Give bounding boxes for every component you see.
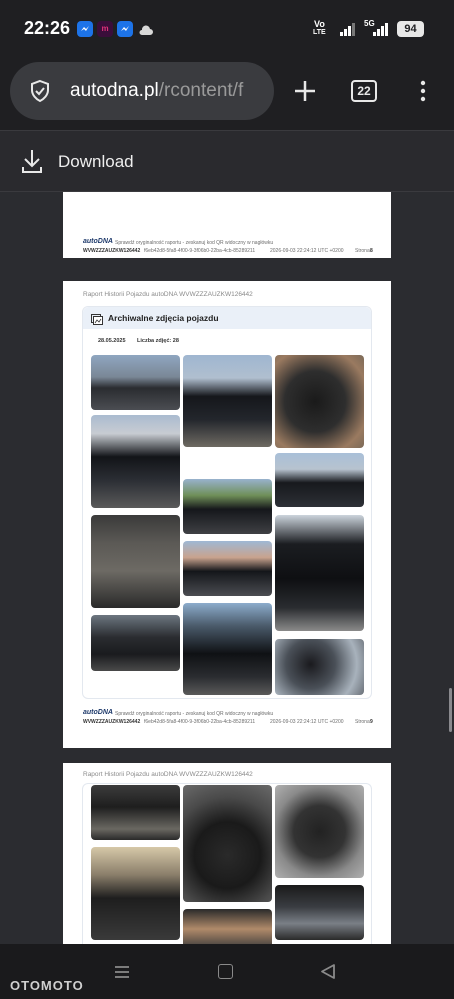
footer-page-prefix: Strona <box>355 248 370 254</box>
interior-photo-5[interactable] <box>275 885 364 940</box>
car-photo-4[interactable] <box>91 415 180 508</box>
car-photo-5[interactable] <box>275 453 364 507</box>
interior-photo-3[interactable] <box>275 785 364 878</box>
watermark: OTOMOTO <box>10 978 84 993</box>
footer-generated: 2026-09-03 22:24:12 UTC +0200 <box>270 248 344 254</box>
interior-photo-6[interactable] <box>183 909 272 944</box>
signal-icon-2 <box>372 21 388 42</box>
car-photo-2[interactable] <box>183 355 272 447</box>
status-time: 22:26 <box>24 18 71 38</box>
tab-switcher-icon[interactable]: 22 <box>351 80 377 102</box>
footer-page-prefix-9: Strona <box>355 719 370 725</box>
url-domain: autodna.pl <box>70 80 159 101</box>
car-photo-10[interactable] <box>183 603 272 695</box>
messenger-icon-2 <box>117 21 133 37</box>
app-notification-icon: m <box>97 21 113 37</box>
footer-vin: WVWZZZAUZKW126442 <box>83 248 141 254</box>
footer-vin-9: WVWZZZAUZKW126442 <box>83 719 141 725</box>
car-photo-12[interactable] <box>275 639 364 695</box>
address-bar[interactable]: autodna.pl/rcontent/f <box>10 62 274 120</box>
car-photo-6[interactable] <box>183 479 272 534</box>
overflow-menu-icon[interactable] <box>418 79 428 108</box>
shield-check-icon[interactable] <box>28 79 52 108</box>
interior-photo-2[interactable] <box>183 785 272 902</box>
photos-section: Archiwalne zdjęcia pojazdu 28.05.2025 Li… <box>82 306 372 699</box>
car-photo-1[interactable] <box>91 355 180 410</box>
report-page-9: Raport Historii Pojazdu autoDNA WVWZZZAU… <box>63 281 391 748</box>
footer-brand: autoDNA <box>83 238 113 245</box>
footer-hash-9: f6eb42d8-5fa8-4f00-9-3f06b0-22ba-4cb-852… <box>144 719 256 725</box>
footer-generated-9: 2026-09-03 22:24:12 UTC +0200 <box>270 719 344 725</box>
car-photo-11[interactable] <box>91 615 180 671</box>
pdf-viewer[interactable]: autoDNA autoDNA Sprawdź oryginalność rap… <box>0 192 454 944</box>
interior-photo-1[interactable] <box>91 785 180 840</box>
footer-page-num: 8 <box>370 248 373 254</box>
plus-icon[interactable] <box>292 78 318 109</box>
section-title: Archiwalne zdjęcia pojazdu <box>108 313 219 323</box>
back-button-icon[interactable] <box>320 963 336 985</box>
download-label[interactable]: Download <box>58 152 134 172</box>
url-text[interactable]: autodna.pl/rcontent/f <box>70 80 270 102</box>
car-photo-8[interactable] <box>275 515 364 631</box>
report-page-10: Raport Historii Pojazdu autoDNA WVWZZZAU… <box>63 763 391 944</box>
signal-icon-1 <box>339 21 355 42</box>
recent-apps-icon[interactable] <box>113 964 131 985</box>
footer-brand-9: autoDNA <box>83 709 113 716</box>
messenger-icon <box>77 21 93 37</box>
footer-page-num-9: 9 <box>370 719 373 725</box>
photo-count: Liczba zdjęć: 28 <box>137 338 179 344</box>
interior-photo-4[interactable] <box>91 847 180 940</box>
footer-hash: f6eb42d8-5fa8-4f00-9-3f06b0-22ba-4cb-852… <box>144 248 256 254</box>
footer-note-9: Sprawdź oryginalność raportu - zeskanuj … <box>115 711 274 717</box>
home-button-icon[interactable] <box>218 964 233 979</box>
url-path: /rcontent/f <box>158 80 244 101</box>
tab-count: 22 <box>357 84 371 98</box>
car-photo-7[interactable] <box>91 515 180 608</box>
page-header-10: Raport Historii Pojazdu autoDNA WVWZZZAU… <box>83 771 253 778</box>
car-photo-9[interactable] <box>183 541 272 596</box>
download-bar[interactable]: Download <box>0 130 454 192</box>
system-nav-bar: OTOMOTO <box>0 944 454 999</box>
photo-date: 28.05.2025 <box>98 338 126 344</box>
viewer-scrollbar[interactable] <box>449 688 452 732</box>
section-header: Archiwalne zdjęcia pojazdu <box>83 307 371 329</box>
page-header: Raport Historii Pojazdu autoDNA WVWZZZAU… <box>83 291 253 298</box>
report-page-8: autoDNA <box>63 192 391 246</box>
photo-gallery-icon <box>91 312 103 330</box>
battery-indicator: 94 <box>397 21 424 37</box>
network-label-1: Vo <box>314 19 325 29</box>
battery-level: 94 <box>404 23 417 35</box>
download-icon[interactable] <box>20 148 44 179</box>
footer-note: Sprawdź oryginalność raportu - zeskanuj … <box>115 240 274 246</box>
cloud-icon <box>138 23 153 41</box>
car-photo-3[interactable] <box>275 355 364 448</box>
page-8-footer: autoDNA Sprawdź oryginalność raportu - z… <box>63 238 391 258</box>
network-sub-1: LTE <box>313 29 326 36</box>
status-bar: 22:26 m Vo LTE 5G 94 <box>0 0 454 58</box>
